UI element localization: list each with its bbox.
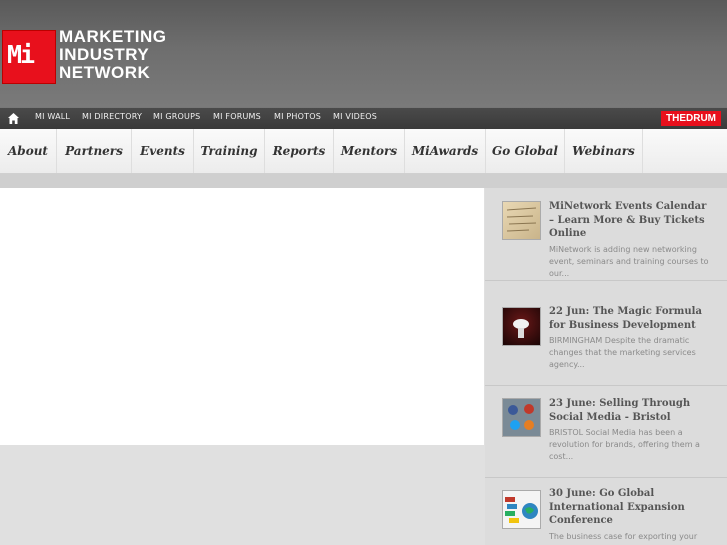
mainnav-item-training[interactable]: Training [194,129,265,173]
divider-band [0,174,727,188]
mainnav-item-about[interactable]: About [0,129,57,173]
main-navigation: About Partners Events Training Reports M… [0,129,727,174]
logo-mark-text: Mi [7,40,35,69]
mainnav-item-reports[interactable]: Reports [265,129,334,173]
calendar-paper-thumbnail[interactable] [502,201,541,240]
mainnav-item-go-global[interactable]: Go Global [486,129,565,173]
news-excerpt: BRISTOL Social Media has been a revoluti… [549,428,700,461]
news-excerpt: The business case for exporting your [549,532,698,541]
topnav-item-mi-directory[interactable]: MI DIRECTORY [82,112,142,121]
news-item[interactable]: 22 Jun: The Magic Formula for Business D… [485,293,727,386]
news-title[interactable]: MiNetwork Events Calendar – Learn More &… [549,200,714,241]
news-title[interactable]: 23 June: Selling Through Social Media - … [549,397,714,424]
logo-wordmark[interactable]: MARKETING INDUSTRY NETWORK [59,28,166,82]
globe-flags-thumbnail[interactable] [502,490,541,529]
mainnav-item-partners[interactable]: Partners [57,129,132,173]
topnav-item-mi-photos[interactable]: MI PHOTOS [274,112,321,121]
logo-line: INDUSTRY [59,45,150,64]
magic-hands-thumbnail[interactable] [502,307,541,346]
news-sidebar: MiNetwork Events Calendar – Learn More &… [485,188,727,545]
news-excerpt: BIRMINGHAM Despite the dramatic changes … [549,336,696,369]
logo-line: MARKETING [59,27,167,46]
home-icon[interactable] [7,112,20,125]
mainnav-item-mentors[interactable]: Mentors [334,129,405,173]
topnav-item-mi-forums[interactable]: MI FORUMS [213,112,261,121]
mainnav-item-webinars[interactable]: Webinars [565,129,643,173]
topnav-item-mi-groups[interactable]: MI GROUPS [153,112,200,121]
social-media-icons-thumbnail[interactable] [502,398,541,437]
topnav-item-mi-videos[interactable]: MI VIDEOS [333,112,377,121]
mainnav-item-events[interactable]: Events [132,129,194,173]
the-drum-badge[interactable]: THEDRUM [661,111,721,126]
top-navigation-bar: MI WALL MI DIRECTORY MI GROUPS MI FORUMS… [0,107,727,129]
main-content-panel [0,188,484,445]
news-item[interactable]: 30 June: Go Global International Expansi… [485,477,727,545]
news-excerpt: MiNetwork is adding new networking event… [549,245,709,278]
topnav-item-mi-wall[interactable]: MI WALL [35,112,70,121]
news-item[interactable]: 23 June: Selling Through Social Media - … [485,385,727,478]
logo-mark[interactable]: Mi [2,30,56,84]
mainnav-item-miawards[interactable]: MiAwards [405,129,486,173]
news-item[interactable]: MiNetwork Events Calendar – Learn More &… [485,188,727,281]
logo-line: NETWORK [59,63,151,82]
site-header: Mi MARKETING INDUSTRY NETWORK [0,0,727,107]
news-title[interactable]: 30 June: Go Global International Expansi… [549,487,714,528]
news-title[interactable]: 22 Jun: The Magic Formula for Business D… [549,305,714,332]
